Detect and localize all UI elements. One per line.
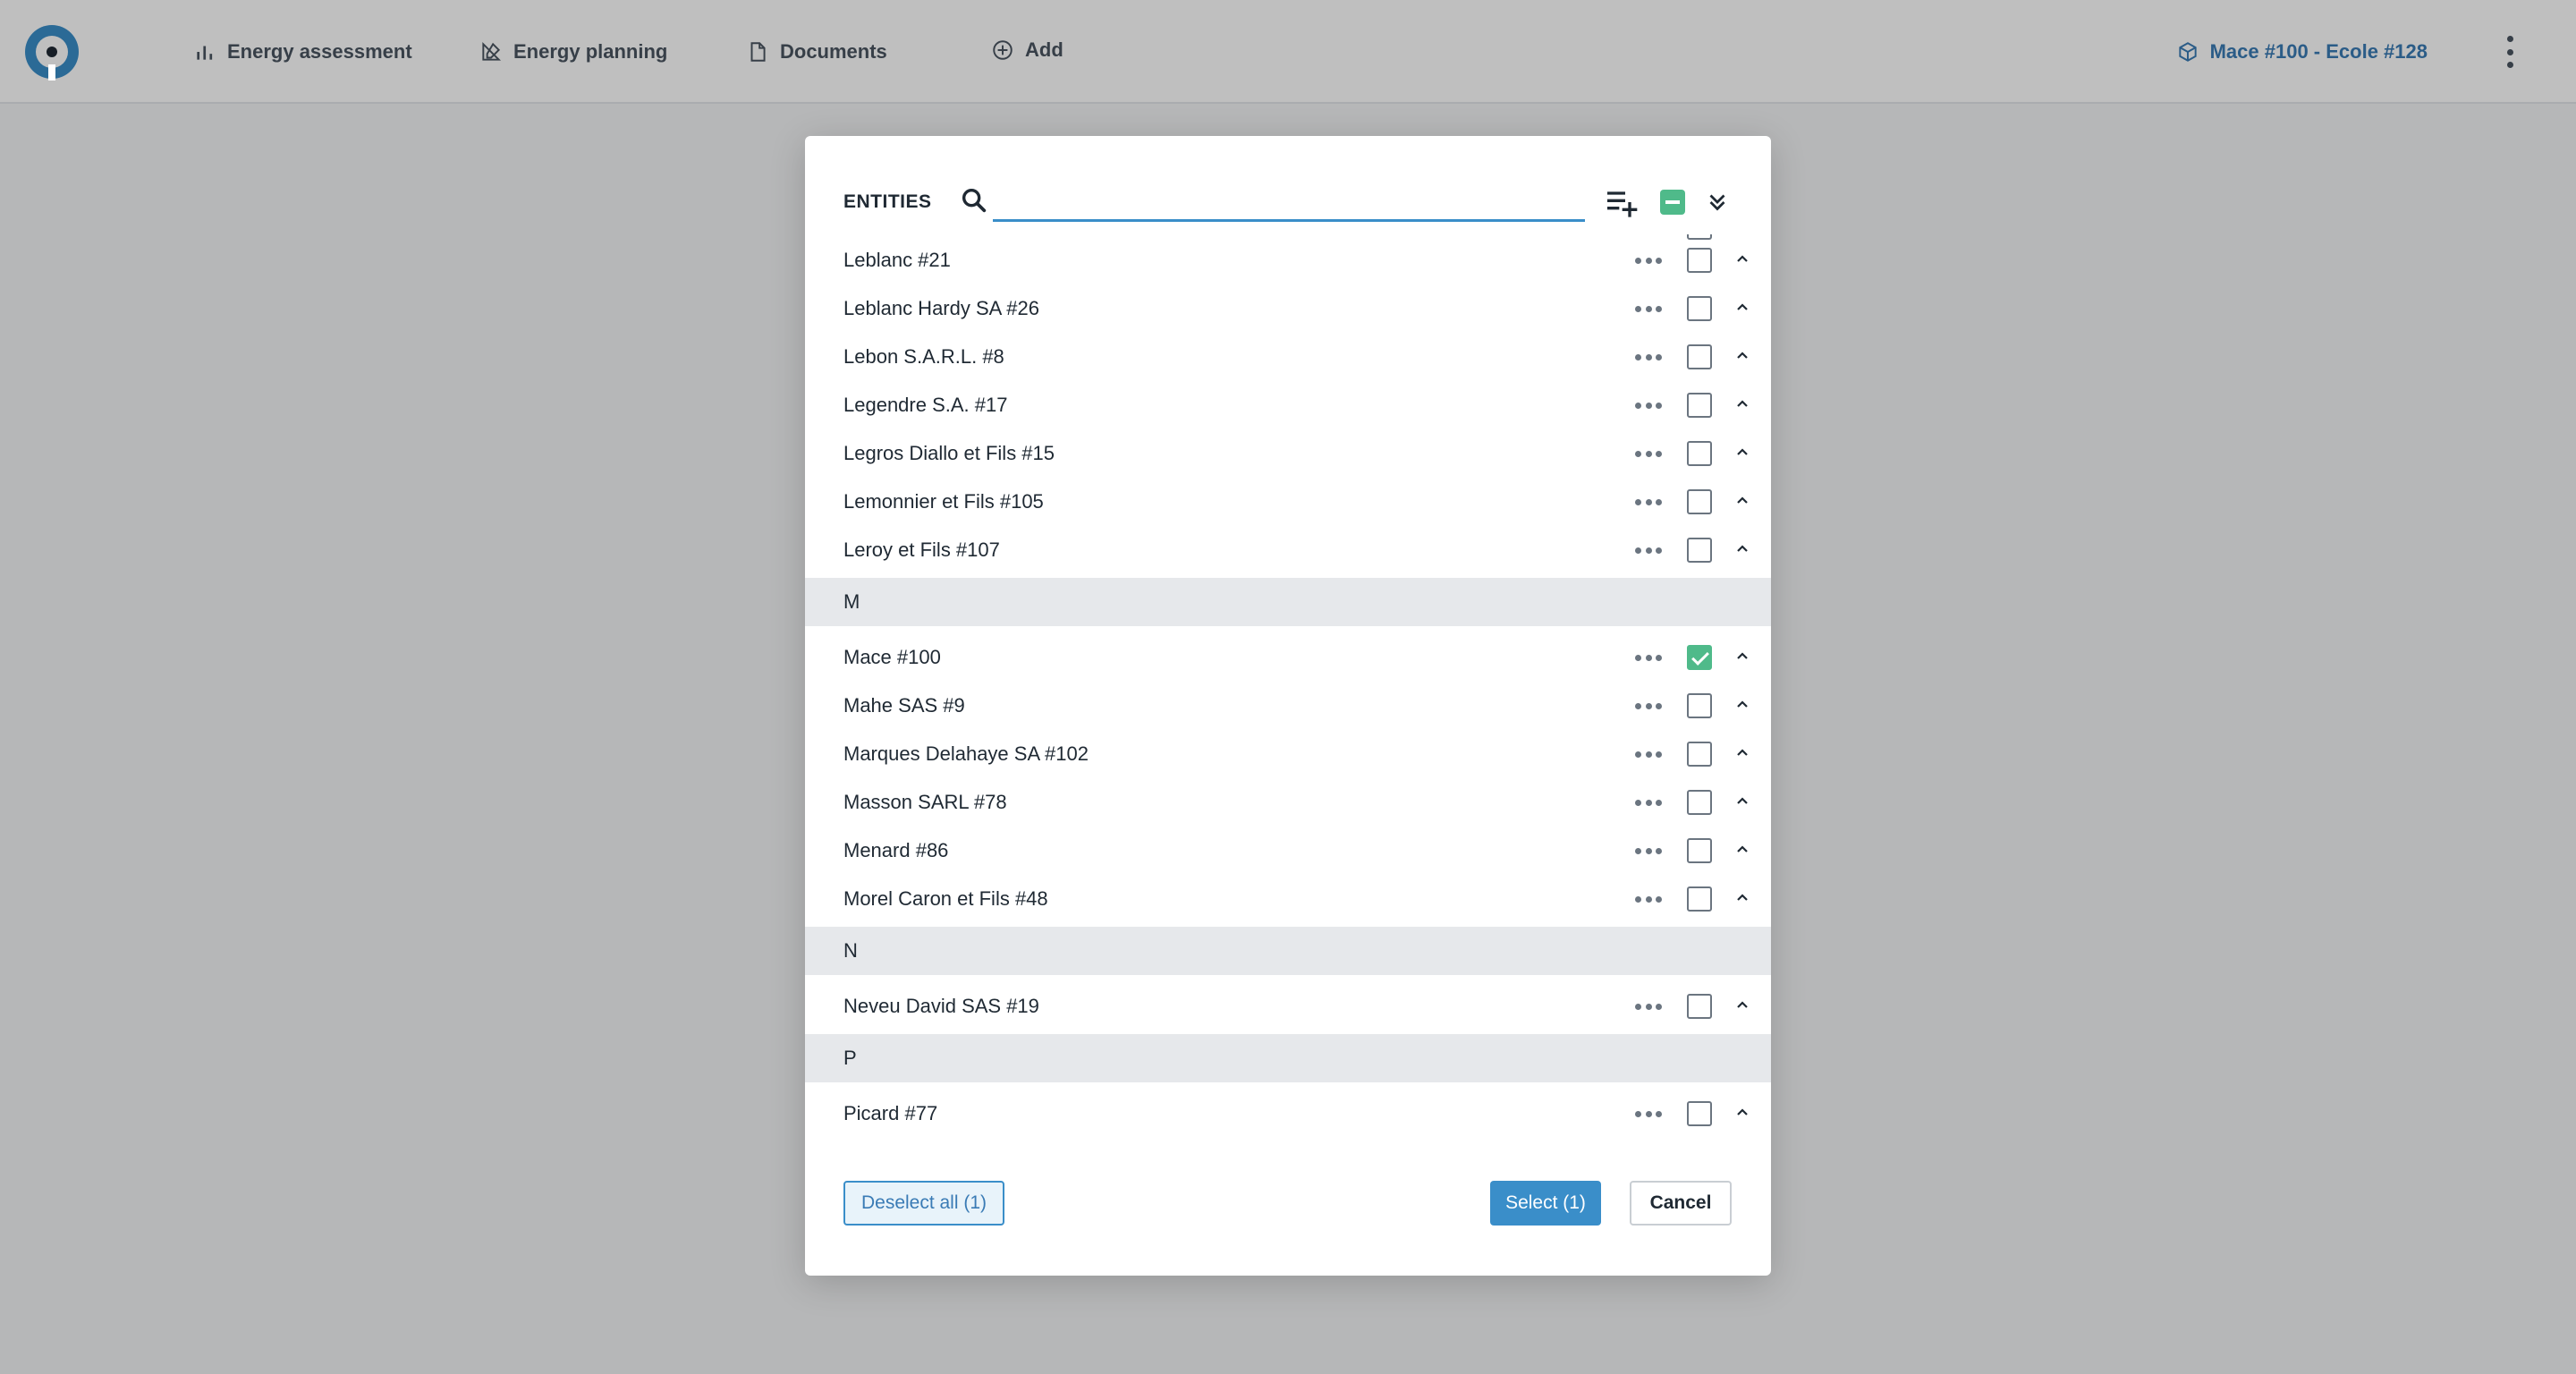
chevron-up-icon[interactable] (1735, 348, 1750, 362)
list-item-label: Leblanc Hardy SA #26 (843, 297, 1039, 319)
chevron-up-icon[interactable] (1735, 251, 1750, 266)
more-horizontal-icon[interactable] (1635, 258, 1662, 265)
deselect-all-button[interactable]: Deselect all (1) (843, 1181, 1004, 1226)
more-horizontal-icon[interactable] (1635, 848, 1662, 855)
more-horizontal-icon[interactable] (1635, 1004, 1662, 1011)
row-checkbox[interactable] (1687, 886, 1712, 912)
add-to-list-icon[interactable] (1603, 184, 1639, 220)
list-item[interactable]: Leroy et Fils #107 (805, 526, 1771, 574)
chevron-up-icon[interactable] (1735, 445, 1750, 459)
list-item-label: Masson SARL #78 (843, 791, 1007, 813)
row-checkbox[interactable] (1687, 441, 1712, 466)
cancel-button[interactable]: Cancel (1630, 1181, 1732, 1226)
row-checkbox[interactable] (1687, 994, 1712, 1019)
minus-checkbox-icon (1660, 190, 1685, 215)
row-checkbox[interactable] (1687, 538, 1712, 563)
list-item[interactable]: Mace #100 (805, 633, 1771, 682)
row-checkbox[interactable] (1687, 645, 1712, 670)
entities-list[interactable]: Leblanc #21 Leblanc Hardy SA #26 Lebon S.A… (805, 234, 1771, 1263)
list-item[interactable]: Leblanc Hardy SA #26 (805, 284, 1771, 333)
chevron-up-icon[interactable] (1735, 745, 1750, 759)
row-checkbox[interactable] (1687, 838, 1712, 863)
search-input[interactable] (993, 182, 1585, 222)
list-item-label: Leblanc #21 (843, 249, 951, 271)
list-item-label: Lemonnier et Fils #105 (843, 490, 1044, 513)
chevron-up-icon[interactable] (1735, 793, 1750, 808)
more-horizontal-icon[interactable] (1635, 703, 1662, 710)
more-horizontal-icon[interactable] (1635, 547, 1662, 555)
list-item-label: Picard #77 (843, 1102, 938, 1124)
more-horizontal-icon[interactable] (1635, 896, 1662, 903)
group-header: P (805, 1034, 1771, 1082)
entities-dialog: ENTITIES Leblanc #21 Leblanc Hardy SA #26… (805, 136, 1771, 1276)
group-header-label: P (843, 1047, 857, 1069)
chevron-up-icon[interactable] (1735, 842, 1750, 856)
expand-all-icon[interactable] (1699, 184, 1735, 220)
list-item-label: Lebon S.A.R.L. #8 (843, 345, 1004, 368)
more-horizontal-icon[interactable] (1635, 800, 1662, 807)
more-horizontal-icon[interactable] (1635, 451, 1662, 458)
more-horizontal-icon[interactable] (1635, 751, 1662, 759)
more-horizontal-icon[interactable] (1635, 1111, 1662, 1118)
select-button[interactable]: Select (1) (1490, 1181, 1601, 1226)
select-all-toggle[interactable] (1655, 184, 1690, 220)
group-header-label: N (843, 939, 858, 962)
group-header: N (805, 927, 1771, 975)
list-item[interactable]: Menard #86 (805, 827, 1771, 875)
list-item-label: Morel Caron et Fils #48 (843, 887, 1048, 910)
list-item[interactable]: Lebon S.A.R.L. #8 (805, 333, 1771, 381)
list-item[interactable]: Neveu David SAS #19 (805, 982, 1771, 1030)
group-header-label: M (843, 590, 860, 613)
chevron-up-icon[interactable] (1735, 300, 1750, 314)
chevron-up-icon[interactable] (1735, 493, 1750, 507)
list-item-label: Mace #100 (843, 646, 941, 668)
chevron-up-icon[interactable] (1735, 997, 1750, 1012)
row-checkbox[interactable] (1687, 790, 1712, 815)
search-icon (962, 188, 987, 213)
more-horizontal-icon[interactable] (1635, 403, 1662, 410)
group-header: M (805, 578, 1771, 626)
row-checkbox[interactable] (1687, 248, 1712, 273)
more-horizontal-icon[interactable] (1635, 655, 1662, 662)
row-checkbox[interactable] (1687, 693, 1712, 718)
row-checkbox[interactable] (1687, 489, 1712, 514)
list-item-label: Legendre S.A. #17 (843, 394, 1008, 416)
chevron-up-icon[interactable] (1735, 649, 1750, 663)
row-checkbox[interactable] (1687, 296, 1712, 321)
chevron-up-icon[interactable] (1735, 1105, 1750, 1119)
list-item[interactable]: Leblanc #21 (805, 236, 1771, 284)
list-item-label: Neveu David SAS #19 (843, 995, 1039, 1017)
row-checkbox[interactable] (1687, 1101, 1712, 1126)
more-horizontal-icon[interactable] (1635, 306, 1662, 313)
list-item-label: Mahe SAS #9 (843, 694, 965, 717)
list-item[interactable]: Mahe SAS #9 (805, 682, 1771, 730)
list-item[interactable]: Masson SARL #78 (805, 778, 1771, 827)
chevron-up-icon[interactable] (1735, 541, 1750, 556)
chevron-up-icon[interactable] (1735, 890, 1750, 904)
list-item[interactable]: Marques Delahaye SA #102 (805, 730, 1771, 778)
list-item-label: Menard #86 (843, 839, 949, 861)
list-item[interactable]: Lemonnier et Fils #105 (805, 478, 1771, 526)
chevron-up-icon[interactable] (1735, 697, 1750, 711)
more-horizontal-icon[interactable] (1635, 499, 1662, 506)
list-item-label: Leroy et Fils #107 (843, 539, 1000, 561)
list-item-label: Marques Delahaye SA #102 (843, 742, 1089, 765)
list-item[interactable]: Legros Diallo et Fils #15 (805, 429, 1771, 478)
list-item[interactable]: Morel Caron et Fils #48 (805, 875, 1771, 923)
list-item[interactable]: Picard #77 (805, 1090, 1771, 1138)
chevron-up-icon[interactable] (1735, 396, 1750, 411)
dialog-title: ENTITIES (843, 191, 932, 212)
row-checkbox[interactable] (1687, 344, 1712, 369)
dialog-header: ENTITIES (805, 136, 1771, 234)
more-horizontal-icon[interactable] (1635, 354, 1662, 361)
row-checkbox[interactable] (1687, 742, 1712, 767)
list-item[interactable]: Legendre S.A. #17 (805, 381, 1771, 429)
list-item-label: Legros Diallo et Fils #15 (843, 442, 1055, 464)
row-checkbox[interactable] (1687, 393, 1712, 418)
